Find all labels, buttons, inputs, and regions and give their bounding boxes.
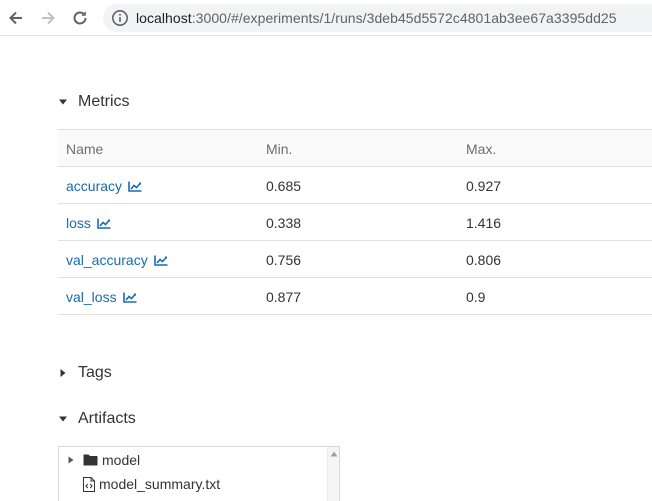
- caret-right-icon: [60, 369, 66, 377]
- reload-button[interactable]: [70, 8, 90, 28]
- back-button[interactable]: [6, 8, 26, 28]
- artifacts-section-title: Artifacts: [78, 410, 136, 427]
- artifact-name: model: [102, 452, 141, 468]
- folder-icon: [83, 454, 98, 466]
- caret-right-icon[interactable]: [67, 456, 75, 464]
- metric-max-value: 0.927: [466, 178, 502, 194]
- metric-max-value: 0.9: [466, 289, 486, 305]
- metric-name: accuracy: [66, 178, 123, 194]
- metric-link-val-loss[interactable]: val_loss: [66, 289, 137, 305]
- metrics-section-toggle[interactable]: Metrics: [58, 91, 130, 113]
- column-header-max[interactable]: Max.: [466, 141, 496, 157]
- url-text[interactable]: localhost:3000/#/experiments/1/runs/3deb…: [136, 10, 617, 26]
- line-chart-icon: [122, 292, 137, 303]
- metric-min-value: 0.756: [266, 252, 302, 268]
- browser-toolbar: localhost:3000/#/experiments/1/runs/3deb…: [0, 0, 652, 36]
- code-file-icon: [83, 476, 95, 492]
- metrics-table: Name Min. Max. accuracy 0.685 0.927 loss: [58, 129, 652, 315]
- metric-name: val_accuracy: [66, 252, 148, 268]
- metric-link-accuracy[interactable]: accuracy: [66, 178, 142, 194]
- metric-min-value: 0.685: [266, 178, 302, 194]
- artifact-folder-model[interactable]: model: [59, 449, 140, 471]
- table-row: val_loss 0.877 0.9: [58, 278, 652, 315]
- artifacts-tree: model model_summary.txt: [58, 446, 340, 501]
- artifact-name: model_summary.txt: [99, 476, 221, 492]
- back-arrow-icon: [9, 11, 22, 25]
- caret-down-icon: [59, 99, 67, 105]
- metric-max-value: 0.806: [466, 252, 502, 268]
- table-row: val_accuracy 0.756 0.806: [58, 241, 652, 278]
- caret-down-icon: [59, 416, 67, 422]
- metrics-table-header: Name Min. Max.: [58, 130, 652, 167]
- address-bar[interactable]: localhost:3000/#/experiments/1/runs/3deb…: [103, 4, 652, 32]
- info-icon[interactable]: [111, 9, 129, 27]
- metric-link-val-accuracy[interactable]: val_accuracy: [66, 252, 168, 268]
- metric-name: loss: [66, 215, 91, 231]
- url-path: :3000/#/experiments/1/runs/3deb45d5572c4…: [191, 10, 617, 26]
- line-chart-icon: [153, 255, 168, 266]
- metric-min-value: 0.338: [266, 215, 302, 231]
- table-row: accuracy 0.685 0.927: [58, 167, 652, 204]
- artifacts-scrollbar[interactable]: [327, 447, 339, 501]
- column-header-min[interactable]: Min.: [266, 141, 292, 157]
- tags-section-title: Tags: [78, 364, 112, 381]
- artifacts-section-toggle[interactable]: Artifacts: [58, 408, 136, 430]
- reload-icon: [73, 11, 87, 25]
- scroll-up-arrow-icon[interactable]: [330, 451, 338, 457]
- metric-name: val_loss: [66, 289, 117, 305]
- line-chart-icon: [128, 181, 142, 192]
- column-header-name[interactable]: Name: [66, 141, 103, 157]
- metrics-section-title: Metrics: [78, 93, 130, 110]
- artifact-file-model-summary[interactable]: model_summary.txt: [83, 473, 220, 495]
- table-row: loss 0.338 1.416: [58, 204, 652, 241]
- metric-link-loss[interactable]: loss: [66, 215, 111, 231]
- metric-max-value: 1.416: [466, 215, 502, 231]
- url-host: localhost: [136, 10, 192, 26]
- line-chart-icon: [97, 218, 111, 229]
- metric-min-value: 0.877: [266, 289, 302, 305]
- forward-button[interactable]: [38, 8, 58, 28]
- forward-arrow-icon: [42, 11, 55, 25]
- tags-section-toggle[interactable]: Tags: [58, 362, 112, 384]
